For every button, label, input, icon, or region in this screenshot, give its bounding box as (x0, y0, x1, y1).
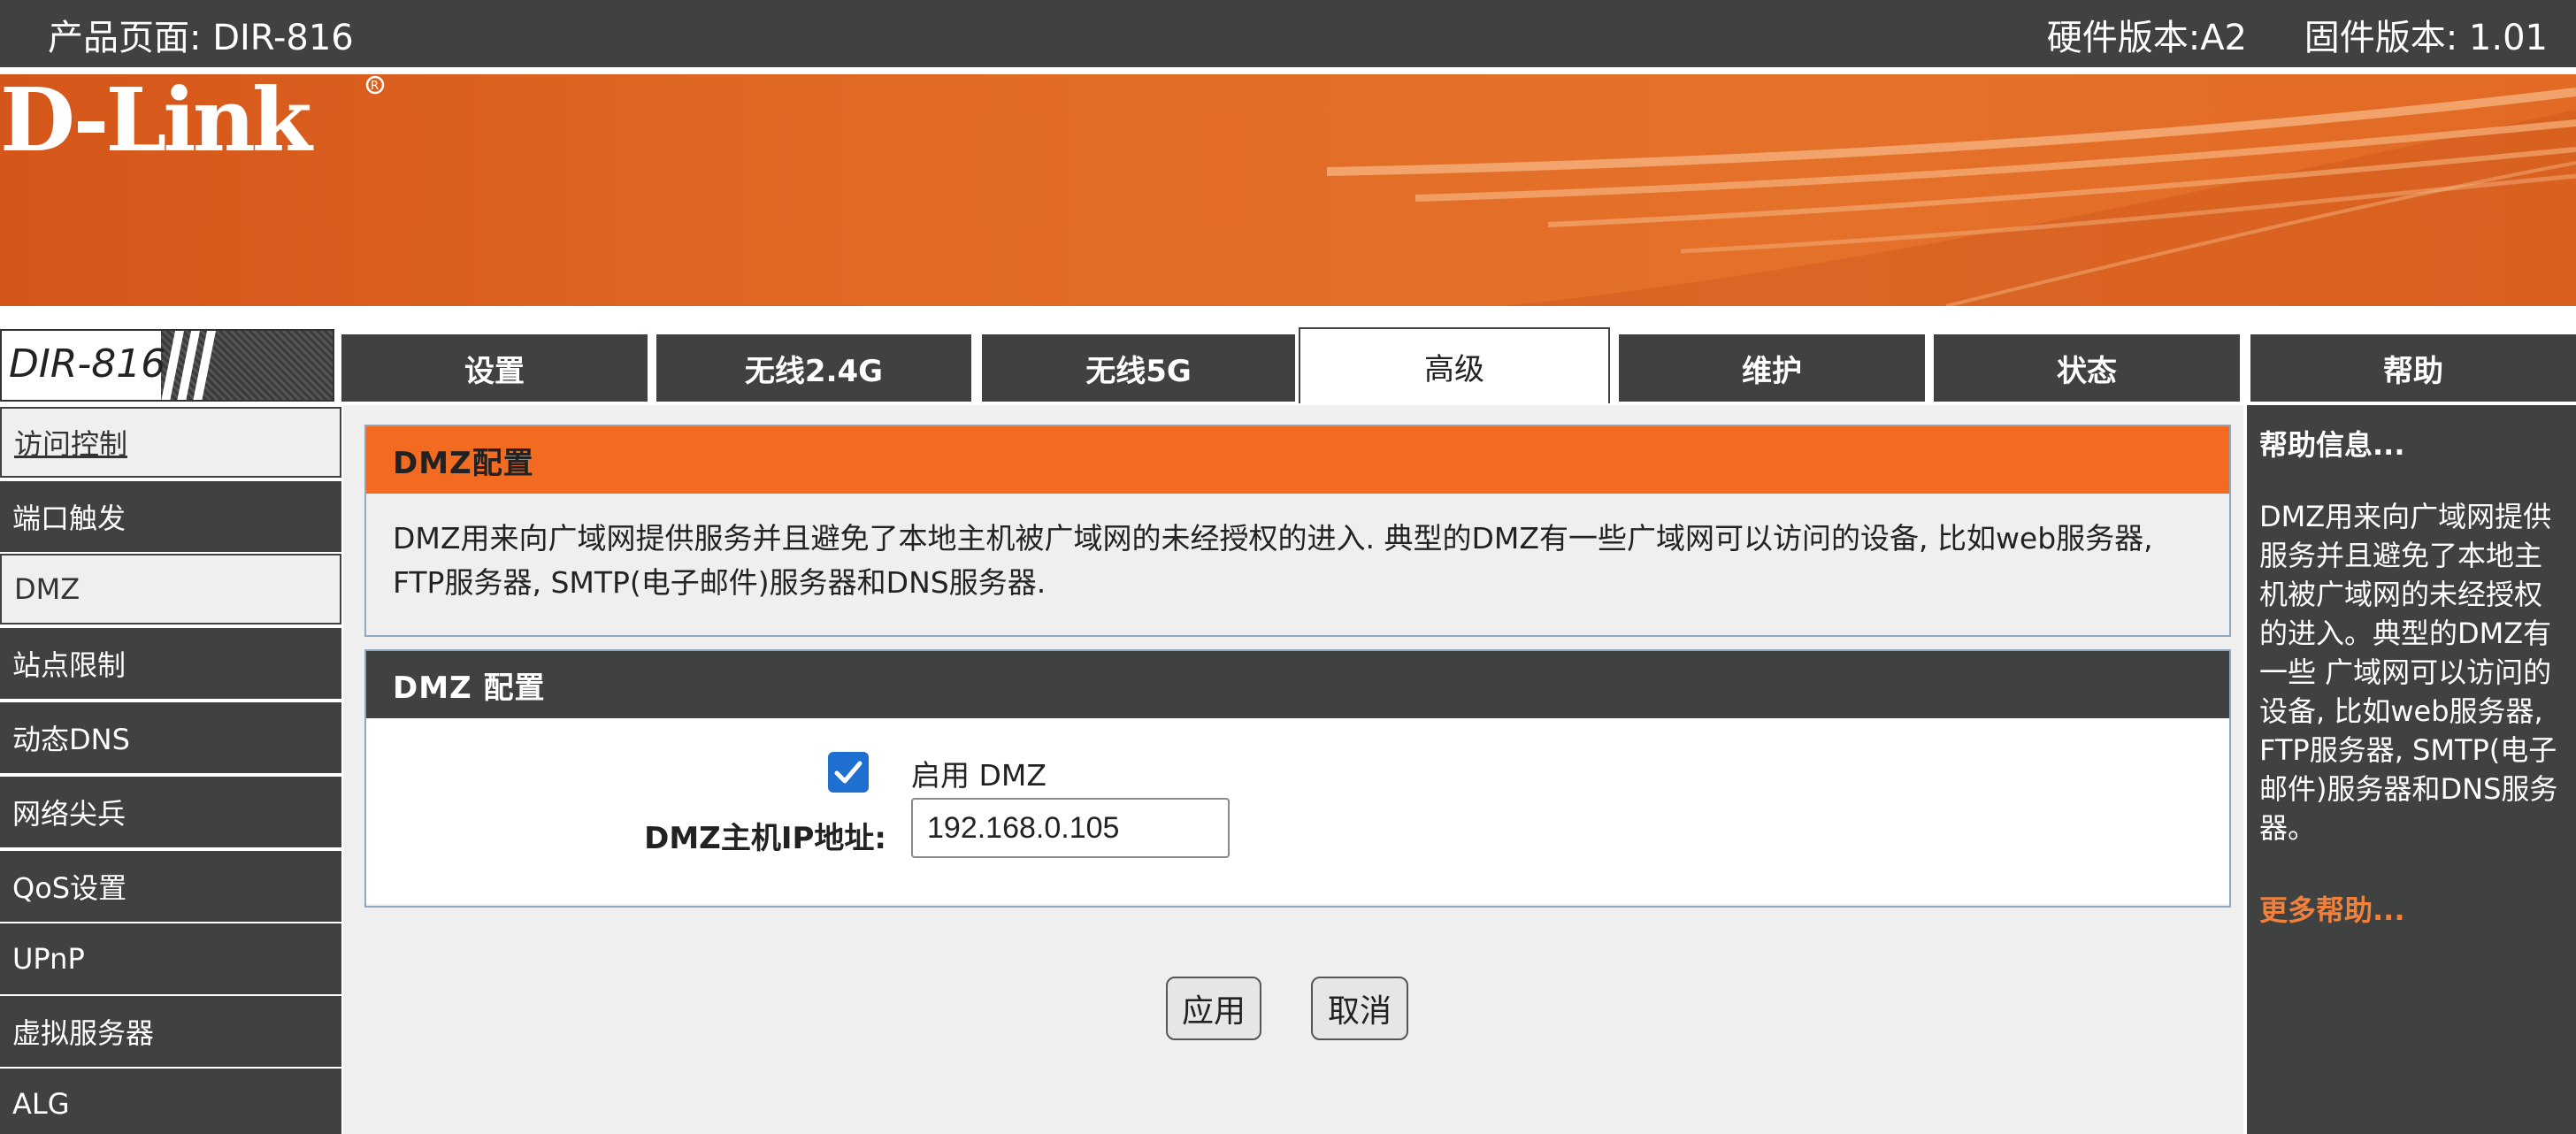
sidebar-item-label: UPnP (12, 942, 85, 976)
dmz-config-panel: DMZ 配置 启用 DMZ DMZ主机IP地址: (364, 649, 2231, 908)
model-name: DIR-816 (9, 341, 166, 387)
intro-description: DMZ用来向广域网提供服务并且避免了本地主机被广域网的未经授权的进入. 典型的D… (393, 521, 2153, 600)
sidebar-item-label: ALG (12, 1087, 70, 1121)
tab-advanced[interactable]: 高级 (1299, 327, 1610, 403)
tab-setup[interactable]: 设置 (341, 334, 648, 402)
sidebar-item-site-restriction[interactable]: 站点限制 (0, 628, 341, 699)
help-panel: 帮助信息... DMZ用来向广域网提供服务并且避免了本地主机被广域网的未经授权的… (2247, 405, 2576, 1134)
sidebar-item-label: 网络尖兵 (12, 797, 126, 831)
top-info-bar: 产品页面: DIR-816 硬件版本:A2 固件版本: 1.01 (0, 0, 2576, 67)
brand-banner: D-Link R (0, 74, 2576, 306)
sidebar-item-label: QoS设置 (12, 871, 127, 905)
dmz-host-ip-label: DMZ主机IP地址: (644, 821, 886, 856)
svg-text:R: R (371, 80, 379, 93)
apply-button[interactable]: 应用 (1166, 977, 1261, 1040)
intro-panel: DMZ配置 DMZ用来向广域网提供服务并且避免了本地主机被广域网的未经授权的进入… (364, 425, 2231, 637)
tab-status[interactable]: 状态 (1934, 334, 2240, 402)
product-page-label: 产品页面: DIR-816 (48, 18, 354, 58)
sidebar-item-port-triggering[interactable]: 端口触发 (0, 481, 341, 552)
tab-wireless-2-4g[interactable]: 无线2.4G (656, 334, 971, 402)
tab-maintenance[interactable]: 维护 (1619, 334, 1925, 402)
sidebar-item-network-sentinel[interactable]: 网络尖兵 (0, 777, 341, 847)
sidebar-item-alg[interactable]: ALG (0, 1069, 341, 1134)
sidebar-item-label: 站点限制 (12, 648, 126, 682)
more-help-link[interactable]: 更多帮助... (2259, 888, 2564, 929)
help-text: DMZ用来向广域网提供服务并且避免了本地主机被广域网的未经授权的进入。典型的DM… (2259, 500, 2558, 845)
sidebar-item-access-control[interactable]: 访问控制 (0, 407, 341, 478)
main-content: DMZ配置 DMZ用来向广域网提供服务并且避免了本地主机被广域网的未经授权的进入… (343, 405, 2243, 1134)
hardware-version: 硬件版本:A2 (2046, 18, 2248, 58)
sidebar-item-dynamic-dns[interactable]: 动态DNS (0, 702, 341, 773)
tab-wireless-5g[interactable]: 无线5G (982, 334, 1295, 402)
badge-slashes (161, 331, 216, 400)
help-title: 帮助信息... (2259, 428, 2405, 462)
sidebar-item-dmz[interactable]: DMZ (0, 554, 341, 624)
tab-help[interactable]: 帮助 (2250, 334, 2576, 402)
sidebar-item-virtual-server[interactable]: 虚拟服务器 (0, 996, 341, 1067)
sidebar-item-label: 虚拟服务器 (12, 1016, 155, 1050)
cancel-button[interactable]: 取消 (1311, 977, 1408, 1040)
dmz-host-ip-input[interactable] (911, 798, 1230, 858)
dlink-logo: D-Link R (0, 74, 385, 163)
version-info: 硬件版本:A2 固件版本: 1.01 (2001, 9, 2548, 60)
sidebar-item-label: 访问控制 (14, 427, 128, 461)
dmz-config-body: 启用 DMZ DMZ主机IP地址: (366, 718, 2229, 904)
sidebar-item-qos[interactable]: QoS设置 (0, 851, 341, 922)
intro-title: DMZ配置 (366, 426, 2229, 494)
firmware-version: 固件版本: 1.01 (2304, 18, 2548, 58)
checkmark-icon (834, 761, 862, 784)
logo-wordmark: D-Link (0, 74, 314, 163)
enable-dmz-label: 启用 DMZ (911, 758, 1046, 793)
sidebar-item-upnp[interactable]: UPnP (0, 923, 341, 994)
sidebar-item-label: DMZ (14, 572, 80, 606)
enable-dmz-checkbox[interactable] (828, 752, 869, 793)
dmz-config-title: DMZ 配置 (366, 651, 2229, 718)
sidebar-item-label: 动态DNS (12, 723, 130, 756)
model-badge: DIR-816 (0, 329, 334, 402)
sidebar-item-label: 端口触发 (12, 502, 126, 535)
